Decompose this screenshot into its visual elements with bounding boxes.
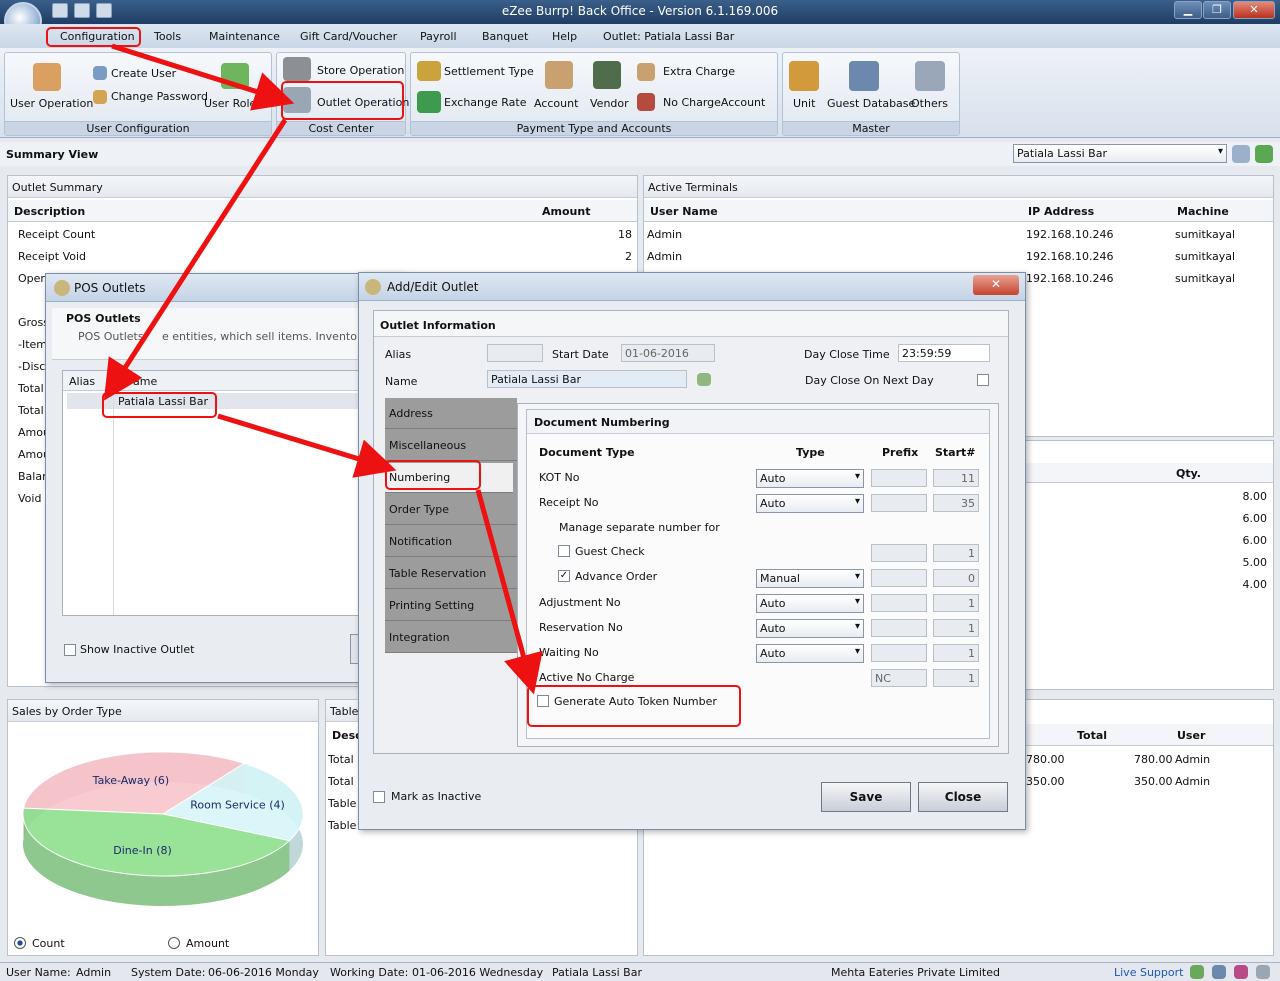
arrow-numbering-to-auto-token [475,489,543,695]
status-outlet[interactable]: Patiala Lassi Bar [552,966,642,979]
live-support-link[interactable]: Live Support [1114,966,1183,979]
status-user-label: User Name: [6,966,71,979]
status-working-date-label: Working Date: [330,966,409,979]
status-user: Admin [76,966,112,979]
status-working-date: 01-06-2016 Wednesday [412,966,544,979]
tray-icon[interactable] [1256,965,1270,979]
annotation-arrows [103,43,543,695]
arrow-outlet-operation-to-outlet-row [103,118,288,401]
tray-icon[interactable] [1212,965,1226,979]
status-system-date-label: System Date: [131,966,206,979]
status-system-date: 06-06-2016 Monday [208,966,319,979]
tray-icon[interactable] [1234,965,1248,979]
status-company: Mehta Eateries Private Limited [831,966,1000,979]
tray-icon[interactable] [1190,965,1204,979]
arrow-configuration-to-outlet-operation [111,43,295,111]
status-bar: User Name: Admin System Date: 06-06-2016… [0,962,1280,981]
arrow-outlet-row-to-numbering [217,413,397,478]
